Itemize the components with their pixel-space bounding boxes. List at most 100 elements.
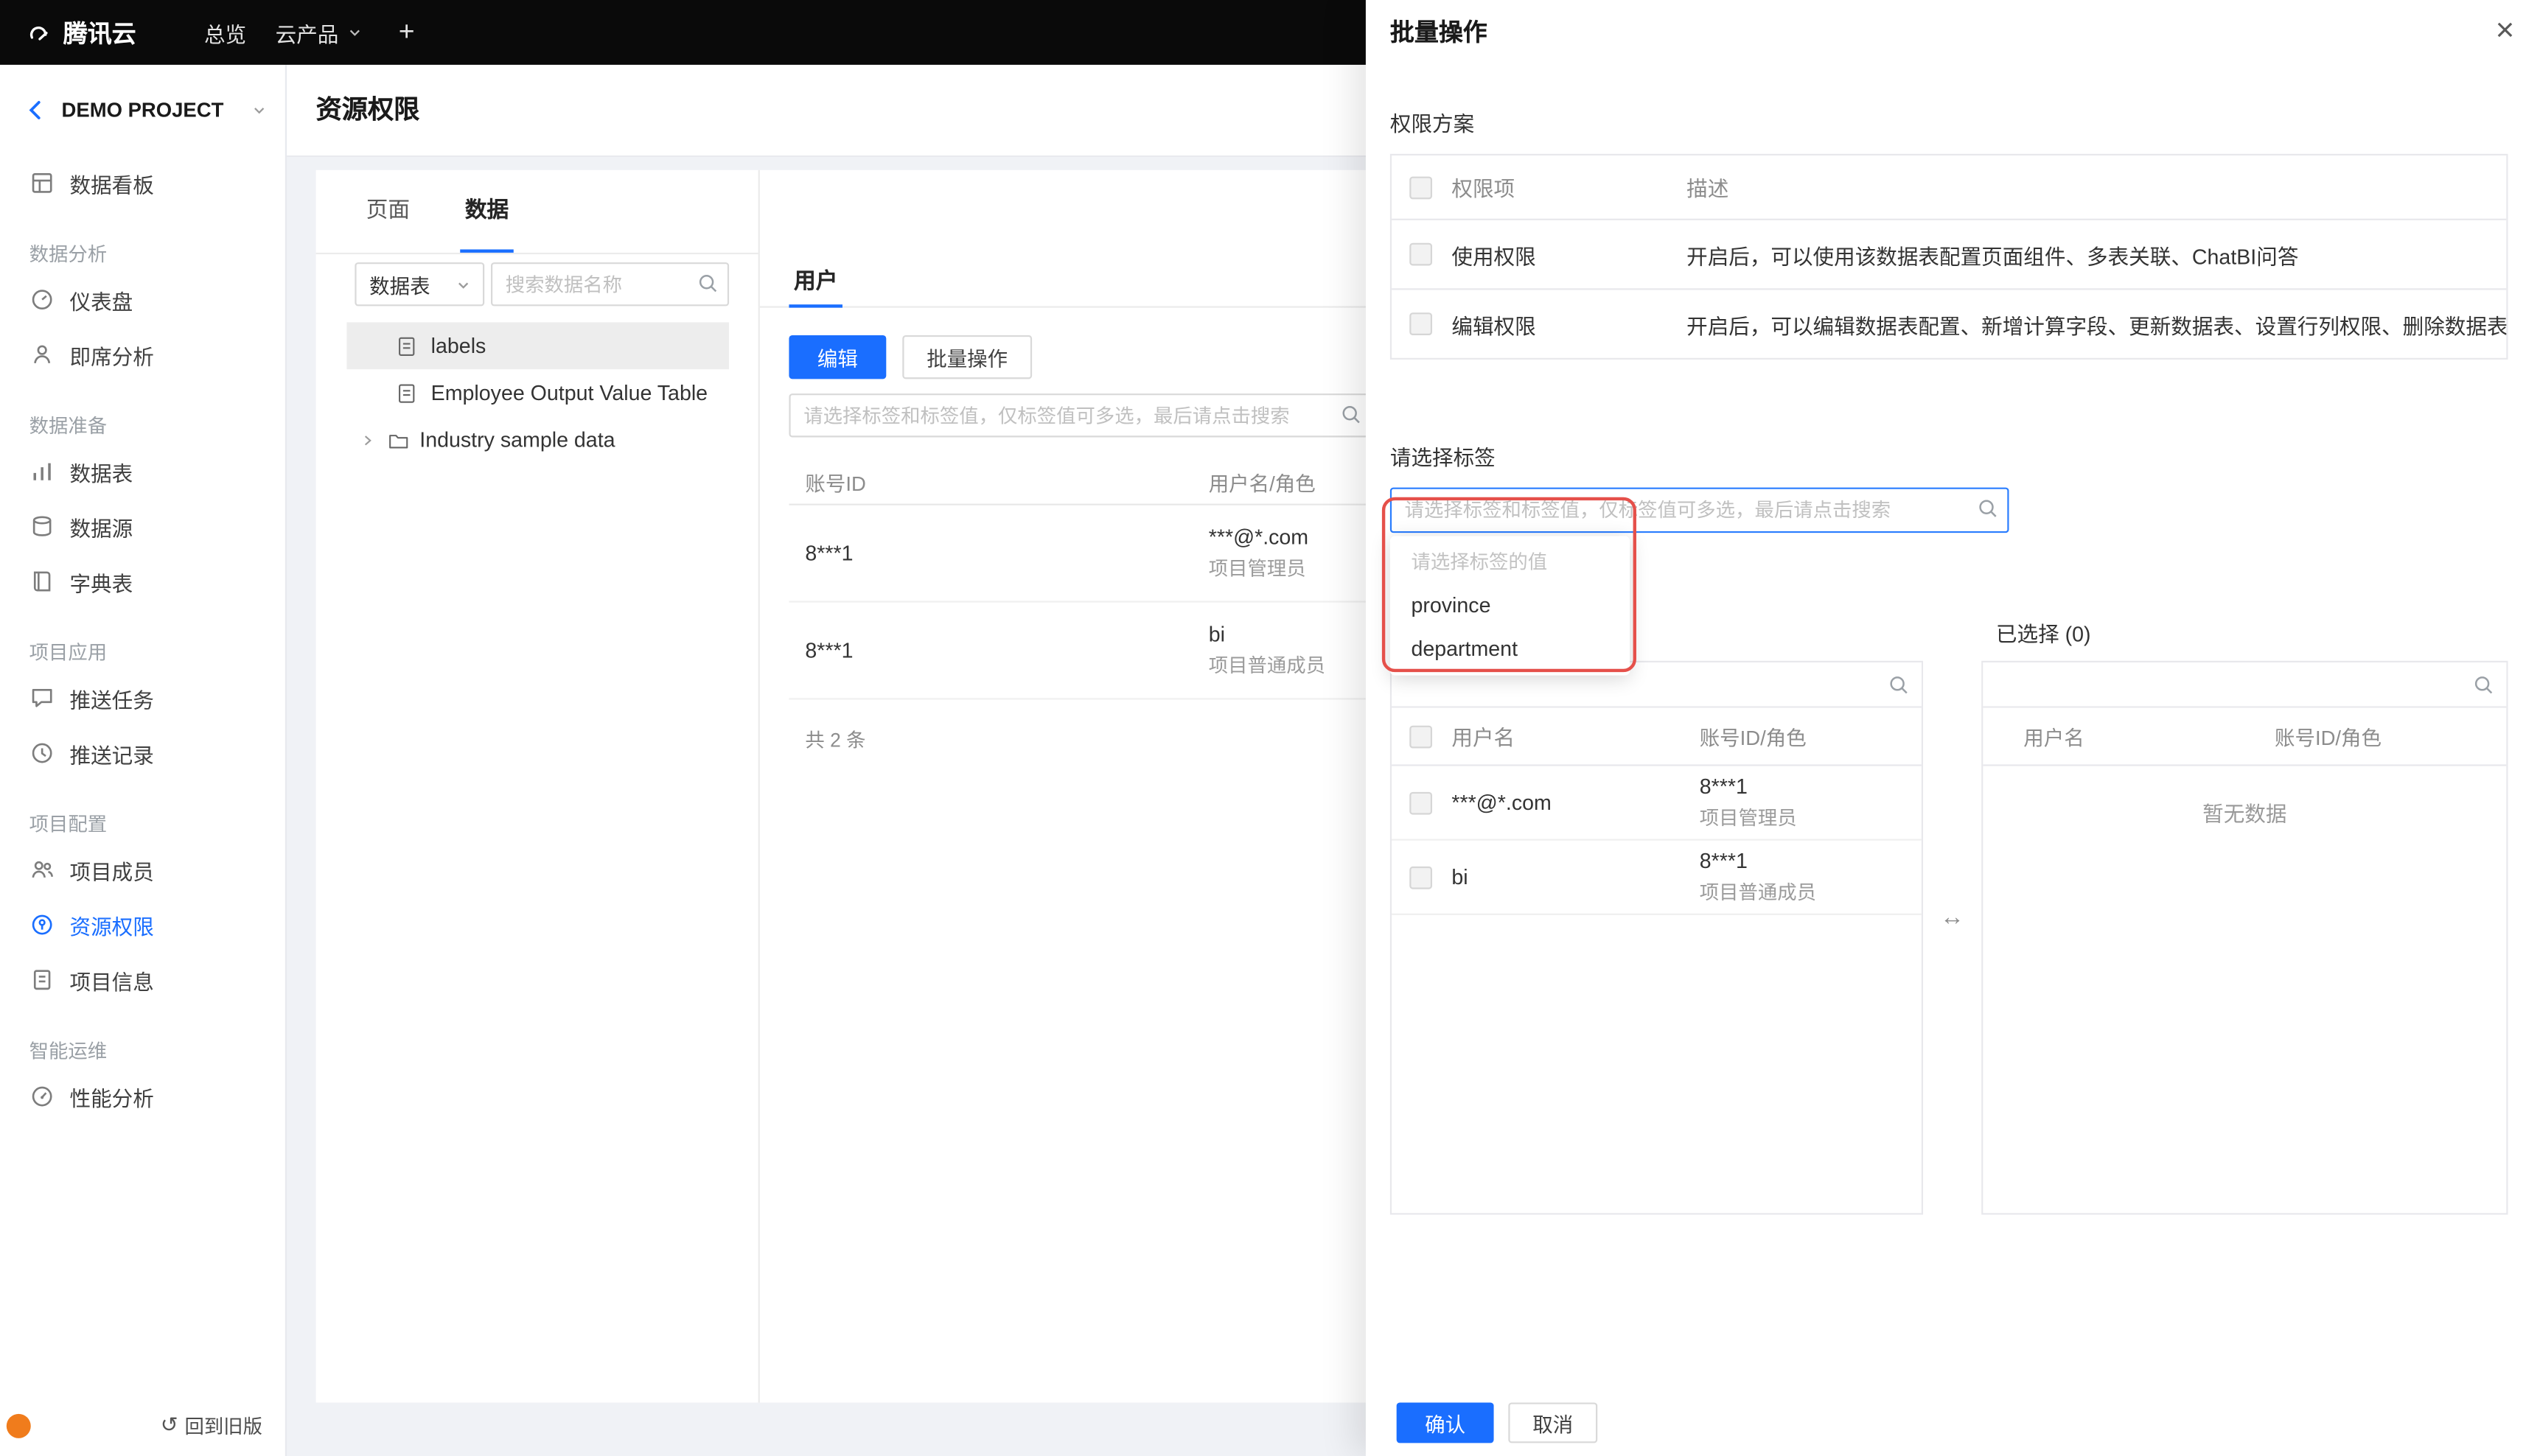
permission-key-icon — [32, 914, 52, 935]
folder-icon — [389, 433, 408, 448]
topbar-products[interactable]: 云产品 — [276, 0, 365, 65]
tab-pages[interactable]: 页面 — [338, 170, 437, 253]
tab-data[interactable]: 数据 — [437, 170, 536, 253]
target-table-header: 用户名 账号ID/角色 — [1983, 708, 2507, 766]
gauge-icon — [32, 290, 52, 310]
sidebar-item-performance-analysis[interactable]: 性能分析 — [0, 1069, 285, 1124]
permission-table: 权限项 描述 使用权限 开启后，可以使用该数据表配置页面组件、多表关联、Chat… — [1389, 153, 2508, 360]
assistant-floating-icon[interactable] — [6, 1413, 31, 1438]
dashboard-icon — [32, 172, 52, 193]
row-checkbox[interactable] — [1409, 791, 1433, 814]
tree-item-labels[interactable]: labels — [346, 322, 730, 370]
col-user-name: 用户名 — [2023, 727, 2084, 750]
user-tag-search-input[interactable] — [789, 393, 1372, 438]
tencent-cloud-logo[interactable]: 腾讯云 — [26, 0, 136, 65]
permission-desc: 开启后，可以编辑数据表配置、新增计算字段、更新数据表、设置行列权限、删除数据表、… — [1686, 313, 2507, 338]
dataset-type-select[interactable]: 数据表 — [355, 262, 485, 307]
chevron-down-icon[interactable] — [249, 100, 268, 119]
topbar-overview[interactable]: 总览 — [204, 0, 246, 65]
topbar-new-tab-button[interactable]: + — [399, 0, 415, 65]
permission-name: 使用权限 — [1451, 243, 1536, 268]
section-title-project-config: 项目配置 — [29, 813, 108, 836]
col-account-role: 账号ID/角色 — [1699, 727, 1807, 750]
sidebar-item-project-info[interactable]: 项目信息 — [0, 952, 285, 1007]
permission-row-use[interactable]: 使用权限 开启后，可以使用该数据表配置页面组件、多表关联、ChatBI问答 — [1392, 218, 2507, 289]
source-row[interactable]: bi 8***1 项目普通成员 — [1392, 841, 1922, 915]
sidebar-footer: ↺ 回到旧版 — [0, 1410, 262, 1440]
permission-row-edit[interactable]: 编辑权限 开启后，可以编辑数据表配置、新增计算字段、更新数据表、设置行列权限、删… — [1392, 288, 2507, 358]
rollback-icon: ↺ — [160, 1412, 178, 1437]
cloud-logo-icon — [29, 26, 48, 41]
tree-item-industry-sample[interactable]: Industry sample data — [346, 416, 729, 463]
permission-plan-label: 权限方案 — [1389, 111, 1475, 136]
app-root: 腾讯云 总览 云产品 + DEMO PROJECT 数据看板 数据分析 仪表盘 … — [0, 0, 2540, 1456]
target-search-input[interactable] — [1983, 662, 2507, 707]
document-icon — [33, 970, 51, 990]
search-icon — [1979, 500, 1997, 517]
sidebar-item-adhoc-analysis[interactable]: 即席分析 — [0, 327, 285, 382]
tag-search-input[interactable] — [1389, 487, 2009, 533]
source-select-all-checkbox[interactable] — [1409, 724, 1433, 748]
tab-users[interactable]: 用户 — [789, 259, 842, 308]
search-icon — [2474, 676, 2493, 694]
use-permission-checkbox[interactable] — [1409, 242, 1433, 266]
close-icon[interactable]: × — [2496, 10, 2515, 52]
edit-button[interactable]: 编辑 — [789, 335, 887, 379]
search-icon — [1342, 406, 1360, 424]
account-id: 8***1 — [1699, 848, 1748, 873]
user-tag-search — [789, 393, 1372, 438]
select-tag-label: 请选择标签 — [1389, 445, 1496, 470]
confirm-button[interactable]: 确认 — [1396, 1402, 1494, 1443]
back-arrow-icon[interactable] — [23, 97, 49, 123]
chat-bubble-icon — [32, 689, 52, 707]
sidebar-item-push-tasks[interactable]: 推送任务 — [0, 671, 285, 726]
sidebar-item-resource-permissions[interactable]: 资源权限 — [0, 897, 285, 953]
bar-chart-icon — [33, 463, 51, 480]
cancel-button[interactable]: 取消 — [1508, 1402, 1598, 1443]
sidebar-item-project-members[interactable]: 项目成员 — [0, 842, 285, 897]
dropdown-option-department[interactable]: department — [1390, 627, 1630, 671]
permission-table-header: 权限项 描述 — [1392, 155, 2506, 219]
sidebar-item-data-sources[interactable]: 数据源 — [0, 499, 285, 554]
section-title-smart-ops: 智能运维 — [29, 1040, 108, 1063]
row-checkbox[interactable] — [1409, 865, 1433, 889]
batch-operation-button[interactable]: 批量操作 — [902, 335, 1033, 379]
dataset-search-input[interactable] — [490, 262, 730, 307]
tag-search — [1389, 487, 2009, 533]
sidebar-item-dashboards[interactable]: 仪表盘 — [0, 272, 285, 327]
dataset-tabs: 页面 数据 — [315, 170, 758, 255]
dataset-tree: labels Employee Output Value Table Indus… — [346, 322, 730, 463]
search-icon — [699, 275, 717, 293]
project-header: DEMO PROJECT — [0, 65, 285, 155]
section-title-data-prep: 数据准备 — [29, 414, 108, 438]
brand-name: 腾讯云 — [63, 20, 136, 48]
sidebar-item-dashboard-board[interactable]: 数据看板 — [0, 155, 285, 211]
sidebar: DEMO PROJECT 数据看板 数据分析 仪表盘 即席分析 数据准备 数据表… — [0, 64, 287, 1456]
tree-item-employee-output[interactable]: Employee Output Value Table — [346, 369, 729, 416]
user-role: 项目管理员 — [1699, 806, 1797, 830]
search-icon — [1890, 676, 1908, 694]
chevron-down-icon — [349, 29, 360, 36]
account-id: 8***1 — [805, 541, 854, 566]
people-icon — [32, 861, 54, 878]
user-name: ***@*.com — [1451, 790, 1552, 815]
user-name: bi — [1451, 864, 1468, 889]
drawer-title: 批量操作 — [1389, 19, 1487, 47]
sidebar-item-push-records[interactable]: 推送记录 — [0, 726, 285, 781]
account-id: 8***1 — [805, 638, 854, 662]
permission-desc: 开启后，可以使用该数据表配置页面组件、多表关联、ChatBI问答 — [1686, 243, 2299, 268]
col-user-name: 用户名 — [1451, 725, 1515, 750]
source-row[interactable]: ***@*.com 8***1 项目管理员 — [1392, 766, 1922, 841]
empty-state-text: 暂无数据 — [2202, 802, 2287, 826]
dataset-controls: 数据表 — [355, 262, 730, 307]
edit-permission-checkbox[interactable] — [1409, 312, 1433, 335]
select-all-checkbox[interactable] — [1409, 175, 1433, 199]
source-table-header: 用户名 账号ID/角色 — [1392, 708, 1922, 766]
sidebar-item-dictionary-tables[interactable]: 字典表 — [0, 554, 285, 609]
caret-right-icon[interactable] — [358, 430, 377, 449]
dropdown-option-province[interactable]: province — [1390, 583, 1630, 626]
col-account-id: 账号ID — [805, 472, 866, 495]
dataset-panel: 页面 数据 数据表 搜索数据名称 labels Employee Output … — [315, 169, 760, 1403]
back-to-old-version-button[interactable]: ↺ 回到旧版 — [161, 1412, 262, 1439]
sidebar-item-data-tables[interactable]: 数据表 — [0, 444, 285, 499]
